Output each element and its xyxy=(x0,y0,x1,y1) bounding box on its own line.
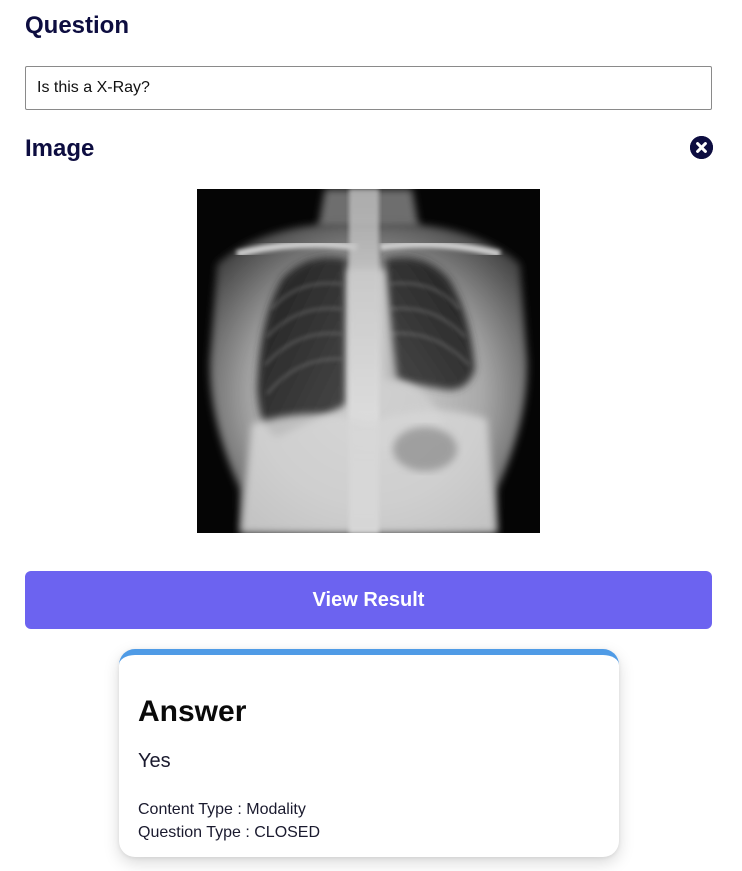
content-type-line: Content Type : Modality xyxy=(138,801,306,818)
answer-card: Answer Yes Content Type : Modality Quest… xyxy=(119,649,619,857)
view-result-button[interactable]: View Result xyxy=(25,571,712,629)
question-type-label: Question Type xyxy=(138,824,241,841)
answer-heading: Answer xyxy=(138,695,247,728)
image-title: Image xyxy=(25,135,95,162)
content-type-label: Content Type xyxy=(138,801,233,818)
answer-value: Yes xyxy=(138,750,171,772)
close-circle-icon xyxy=(690,136,713,159)
question-type-value: CLOSED xyxy=(254,824,321,841)
remove-image-button[interactable] xyxy=(690,136,713,159)
uploaded-xray-image xyxy=(197,189,540,533)
question-input[interactable] xyxy=(25,66,712,110)
question-title: Question xyxy=(25,12,130,39)
content-type-value: Modality xyxy=(246,801,306,818)
question-type-line: Question Type : CLOSED xyxy=(138,824,321,841)
